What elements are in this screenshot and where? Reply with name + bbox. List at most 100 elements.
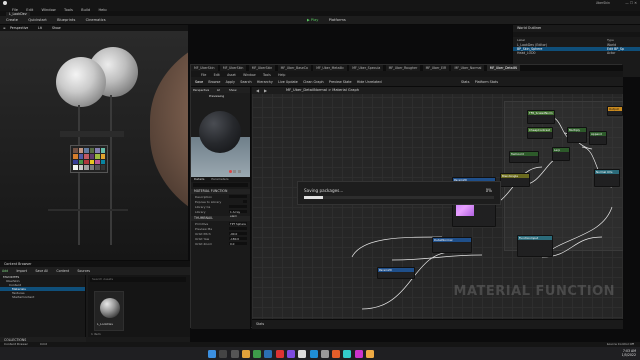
- asset-search-input[interactable]: Search Assets: [90, 277, 186, 282]
- app-icon-purple[interactable]: [286, 349, 295, 358]
- tripod-pole: [78, 105, 80, 245]
- graph-node[interactable]: TFR_ScaledNorm: [527, 110, 555, 124]
- app-icon-blue[interactable]: [309, 349, 318, 358]
- graph-node[interactable]: Param2D: [377, 267, 415, 279]
- perspective-button[interactable]: Perspective: [10, 26, 28, 30]
- graph-node[interactable]: Lerp: [552, 147, 570, 161]
- preview-state-button[interactable]: Preview State: [329, 77, 352, 87]
- detail-value[interactable]: TPT Sphere: [229, 221, 247, 226]
- apply-button[interactable]: Apply: [226, 77, 235, 87]
- play-button[interactable]: ▶ Play: [305, 16, 320, 25]
- asset-tile[interactable]: L_LookDev: [94, 291, 124, 331]
- browser-icon[interactable]: [253, 349, 262, 358]
- graph-node[interactable]: BlendAngle: [500, 173, 530, 187]
- material-graph-canvas[interactable]: MF_Uber_DetailNormal > Material Graph ◀ …: [252, 87, 623, 319]
- grey-sphere: [56, 57, 106, 107]
- outliner-row[interactable]: Head_LOD0 Actor: [513, 51, 640, 55]
- save-button[interactable]: Save: [195, 77, 203, 87]
- quickstart-button[interactable]: Quickstart: [26, 16, 49, 25]
- platform-stats-button[interactable]: Platform Stats: [475, 77, 498, 87]
- app-icon-grey[interactable]: [320, 349, 329, 358]
- details-tab[interactable]: Details: [191, 177, 204, 181]
- live-update-button[interactable]: Live Update: [278, 77, 298, 87]
- detail-value[interactable]: [229, 226, 247, 231]
- app-icon-orange[interactable]: [332, 349, 341, 358]
- level-tab[interactable]: L_LookDev: [6, 11, 30, 16]
- breadcrumb-content[interactable]: Content: [54, 267, 69, 275]
- detail-value[interactable]: 1 Array elem: [229, 209, 247, 218]
- detail-value[interactable]: -180.0: [229, 236, 247, 241]
- detail-value[interactable]: -90.0: [229, 231, 247, 236]
- edge-icon[interactable]: [264, 349, 273, 358]
- material-preview-viewport[interactable]: Perspective Lit Show Previewing: [191, 87, 251, 177]
- outliner-search[interactable]: [513, 32, 640, 37]
- details-panel: Details Parameters MATERIAL FUNCTION Des…: [191, 177, 251, 329]
- sphere-shape-icon[interactable]: [229, 170, 232, 173]
- task-view-icon[interactable]: [230, 349, 239, 358]
- graph-node[interactable]: CheapContrast: [527, 127, 553, 139]
- detail-label: Expose to Library: [195, 199, 222, 204]
- content-browser-toolbar: Add Import Save All Content Sources: [0, 267, 190, 275]
- detail-label: Orbit Pitch: [195, 231, 211, 236]
- detail-value[interactable]: [229, 194, 247, 199]
- tree-item[interactable]: StarterContent: [0, 295, 85, 299]
- tripod-pole-right: [110, 95, 112, 245]
- saving-progress-fill: [304, 196, 323, 199]
- graph-node-output[interactable]: Output: [607, 106, 623, 116]
- hierarchy-button[interactable]: Hierarchy: [257, 77, 273, 87]
- search-button[interactable]: Search: [240, 77, 251, 87]
- outliner-row-label: Head_LOD0: [517, 51, 536, 55]
- graph-node[interactable]: Append: [589, 131, 607, 145]
- parameters-tab[interactable]: Parameters: [205, 177, 228, 181]
- detail-value[interactable]: [229, 204, 247, 209]
- unreal-taskbar-icon[interactable]: [298, 349, 307, 358]
- preview-lit-button[interactable]: Lit: [217, 88, 220, 92]
- node-title: Output: [608, 107, 622, 111]
- lit-button[interactable]: Lit: [38, 26, 42, 30]
- asset-count: 1 item: [91, 332, 101, 336]
- saving-progress-track: [304, 196, 494, 199]
- app-icon-cyan[interactable]: [343, 349, 352, 358]
- stats-button[interactable]: Stats: [461, 77, 469, 87]
- create-button[interactable]: Create: [4, 16, 20, 25]
- add-button[interactable]: Add: [0, 267, 8, 275]
- graph-node[interactable]: TexCoord: [509, 151, 539, 163]
- import-button[interactable]: Import: [14, 267, 27, 275]
- detail-value[interactable]: 0.0: [229, 241, 247, 246]
- search-icon[interactable]: [219, 349, 228, 358]
- window-controls[interactable]: — ☐ ✕: [625, 1, 637, 5]
- browse-button[interactable]: Browse: [208, 77, 220, 87]
- graph-node[interactable]: Normal UVs: [594, 169, 620, 187]
- cube-shape-icon[interactable]: [233, 170, 237, 173]
- cinematics-button[interactable]: Cinematics: [84, 16, 108, 25]
- blueprints-button[interactable]: Blueprints: [55, 16, 77, 25]
- details-search-input[interactable]: [193, 183, 248, 187]
- clean-graph-button[interactable]: Clean Graph: [303, 77, 324, 87]
- preview-show-button[interactable]: Show: [229, 88, 237, 92]
- save-all-button[interactable]: Save All: [33, 267, 48, 275]
- asset-view: Search Assets L_LookDev 1 item: [88, 275, 190, 337]
- detail-checkbox[interactable]: [243, 199, 247, 204]
- file-explorer-icon[interactable]: [241, 349, 250, 358]
- preview-perspective-button[interactable]: Perspective: [193, 88, 209, 92]
- graph-node[interactable]: DetailNormal: [432, 237, 472, 253]
- app-icon-red[interactable]: [275, 349, 284, 358]
- graph-node[interactable]: Multiply: [567, 127, 587, 143]
- show-button[interactable]: Show: [52, 26, 61, 30]
- node-title: DetailNormal: [433, 238, 471, 242]
- viewport-menu-icon[interactable]: ≡: [3, 26, 6, 30]
- app-icon-yellow[interactable]: [365, 349, 374, 358]
- plane-shape-icon[interactable]: [237, 170, 241, 173]
- hide-unrelated-button[interactable]: Hide Unrelated: [357, 77, 382, 87]
- start-icon[interactable]: [208, 349, 216, 358]
- preview-shape-buttons[interactable]: [229, 169, 249, 174]
- details-tabs: Details Parameters: [191, 177, 250, 182]
- project-label: UberSkin: [595, 1, 610, 5]
- stats-tab[interactable]: Stats: [256, 322, 264, 326]
- level-viewport[interactable]: ≡ Perspective Lit Show: [0, 25, 188, 260]
- breadcrumb-sources[interactable]: Sources: [75, 267, 90, 275]
- app-icon-magenta[interactable]: [354, 349, 363, 358]
- platforms-button[interactable]: Platforms: [327, 16, 348, 25]
- graph-node[interactable]: FunctionInput: [517, 235, 553, 257]
- system-clock[interactable]: 7:03 AM 1/5/2022: [622, 349, 636, 358]
